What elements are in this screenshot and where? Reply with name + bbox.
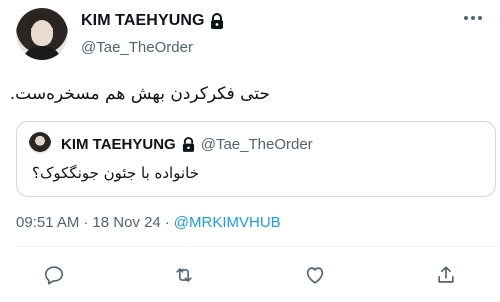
- lock-icon: [210, 13, 224, 29]
- meta-separator: ·: [164, 214, 170, 231]
- divider: [16, 246, 500, 247]
- lock-icon: [182, 137, 195, 152]
- tweet-text: حتی فکرکردن بهش هم مسخره‌ست.: [9, 84, 270, 104]
- quoted-author-handle: @Tae_TheOrder: [200, 136, 313, 153]
- author-handle[interactable]: @Tae_TheOrder: [81, 39, 193, 56]
- author-avatar[interactable]: [16, 8, 68, 60]
- tweet-time[interactable]: 09:51 AM: [16, 214, 79, 231]
- via-link[interactable]: @MRKIMVHUB: [174, 214, 281, 231]
- action-bar: [0, 258, 500, 292]
- tweet-meta: 09:51 AM · 18 Nov 24 · @MRKIMVHUB: [16, 214, 281, 231]
- meta-separator: ·: [83, 214, 89, 231]
- avatar-face: [31, 20, 53, 46]
- retweet-icon[interactable]: [167, 258, 201, 292]
- quoted-tweet[interactable]: KIM TAEHYUNG @Tae_TheOrder خانواده با جئ…: [16, 121, 496, 197]
- quoted-tweet-text: خانواده با جئون جونگکوک؟: [32, 164, 199, 182]
- tweet-date[interactable]: 18 Nov 24: [92, 214, 160, 231]
- author-name-row: KIM TAEHYUNG: [81, 12, 224, 30]
- more-icon[interactable]: [464, 16, 482, 20]
- quoted-author-name: KIM TAEHYUNG: [61, 136, 176, 153]
- author-name[interactable]: KIM TAEHYUNG: [81, 12, 205, 30]
- reply-icon[interactable]: [37, 258, 71, 292]
- quoted-header: KIM TAEHYUNG @Tae_TheOrder: [61, 136, 313, 153]
- avatar-body: [22, 46, 62, 60]
- heart-icon[interactable]: [298, 258, 332, 292]
- quoted-avatar[interactable]: [29, 132, 51, 154]
- share-icon[interactable]: [429, 258, 463, 292]
